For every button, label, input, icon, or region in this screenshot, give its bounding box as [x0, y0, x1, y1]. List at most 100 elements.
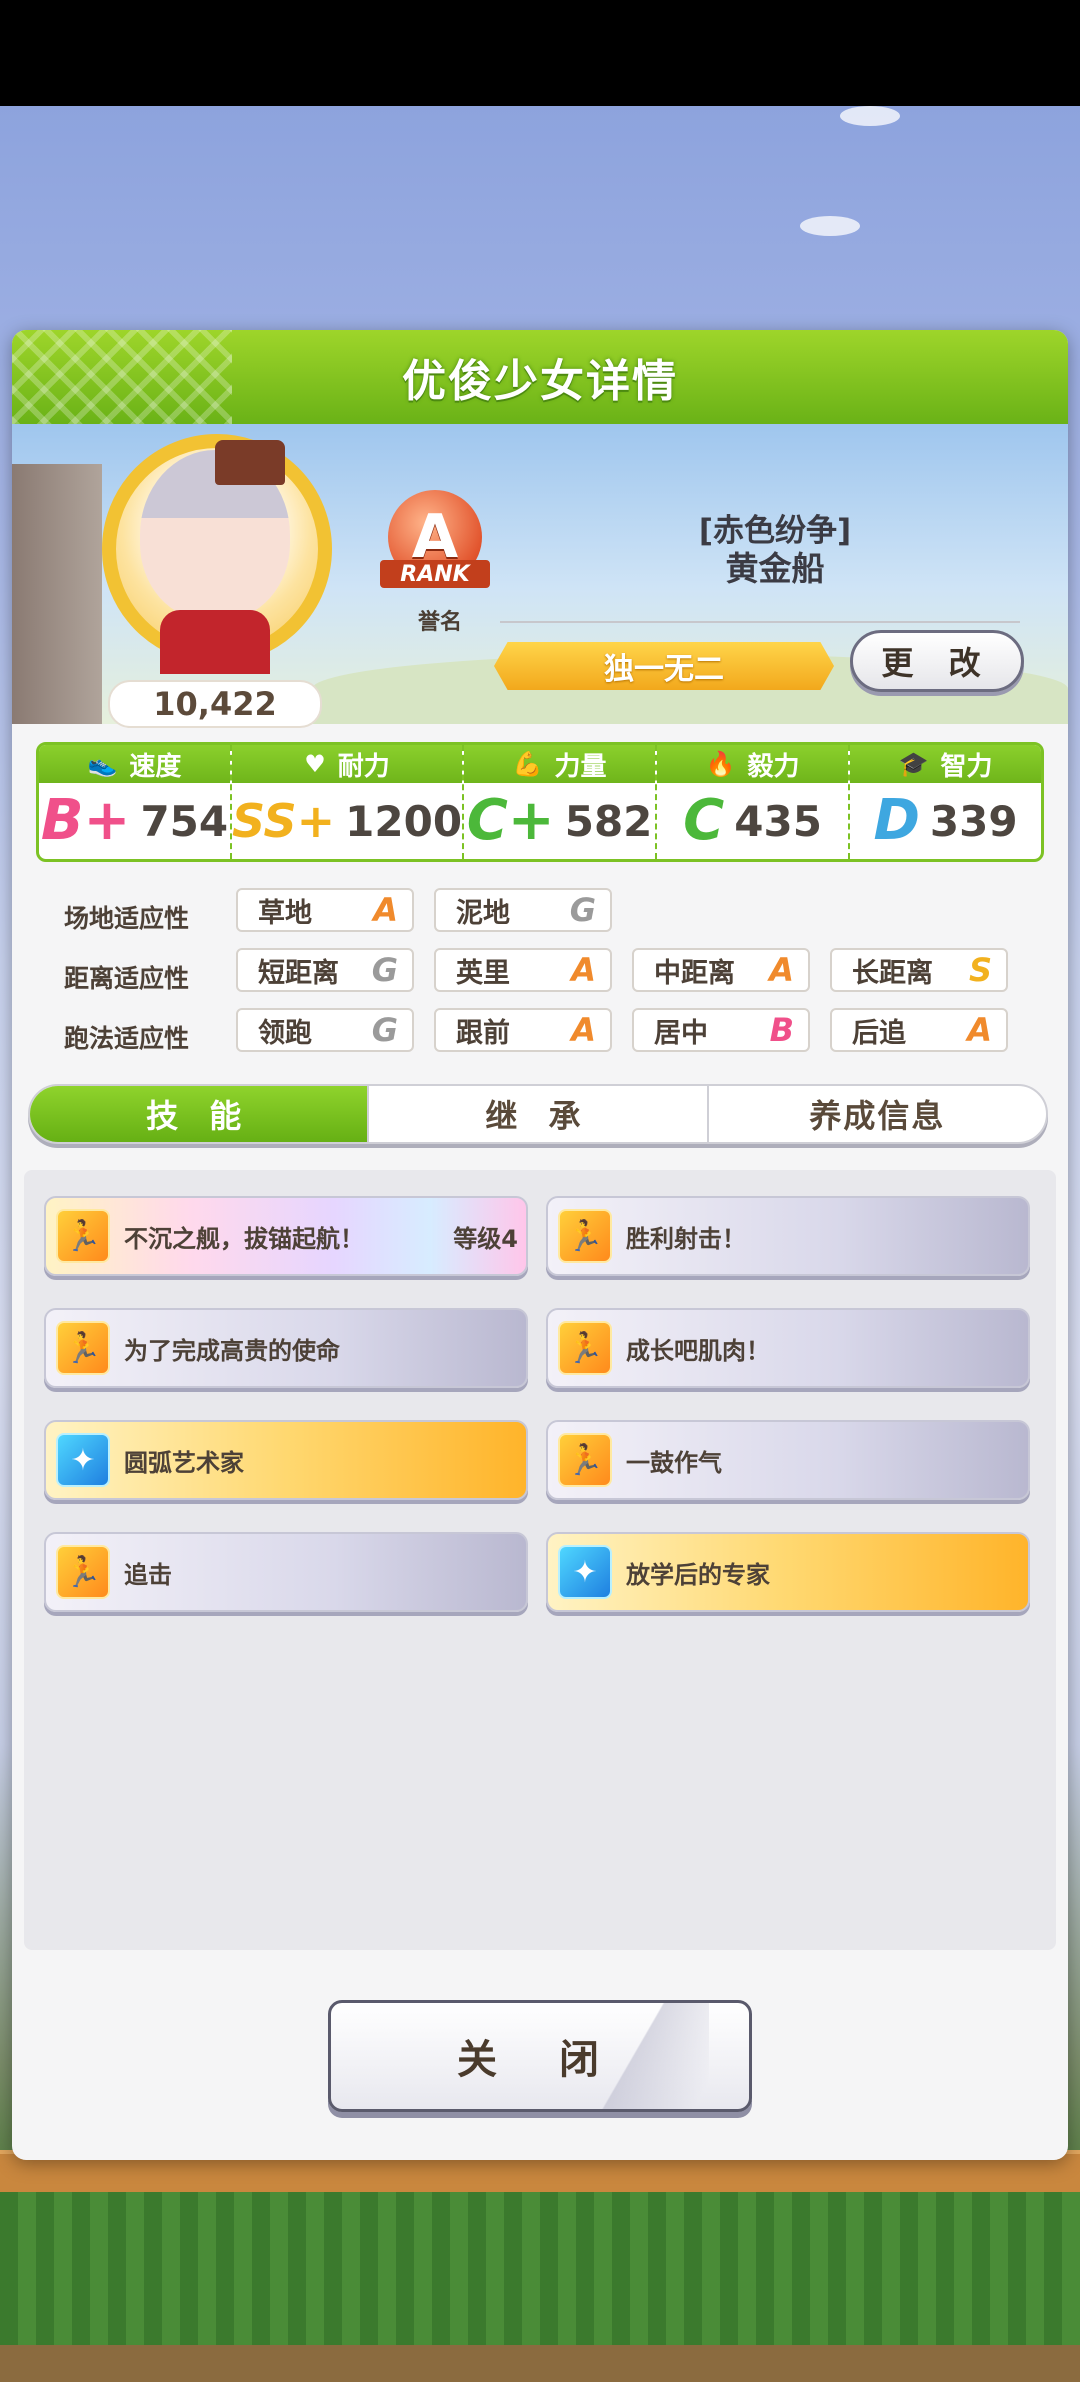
stat-wisdom: 🎓 智力 D 339	[850, 745, 1041, 859]
skill-item[interactable]: 🏃 胜利射击！	[546, 1196, 1030, 1276]
speed-skill-icon: 🏃	[56, 1321, 110, 1375]
stat-label: 速度	[129, 751, 182, 782]
skill-name: 成长吧肌肉！	[626, 1336, 770, 1365]
stat-label: 毅力	[747, 751, 800, 782]
aptitude-grade: A	[571, 951, 596, 989]
skill-item[interactable]: 🏃 追击	[44, 1532, 528, 1612]
stat-power: 💪 力量 C+ 582	[464, 745, 658, 859]
aptitude-grade: A	[571, 1011, 596, 1049]
aptitude-name: 长距离	[852, 957, 933, 989]
track-aptitude-label: 场地适应性	[64, 904, 190, 933]
hat	[215, 440, 285, 485]
flame-icon: 🔥	[705, 750, 736, 778]
skill-name: 不沉之舰，拔锚起航！	[124, 1224, 364, 1253]
skill-item[interactable]: 🏃 成长吧肌肉！	[546, 1308, 1030, 1388]
stat-grade: D	[873, 788, 920, 853]
skill-name: 一鼓作气	[626, 1448, 722, 1477]
stat-label: 力量	[554, 751, 607, 782]
shoe-icon: 👟	[87, 750, 118, 778]
aptitude-turf: 草地 A	[236, 888, 414, 932]
outfit	[160, 610, 270, 674]
rank-ribbon: RANK	[380, 560, 490, 588]
stat-grade: C	[683, 788, 725, 853]
aptitude-grade: G	[371, 951, 398, 989]
aptitude-pace-chaser: 跟前 A	[434, 1008, 612, 1052]
recovery-skill-icon: ✦	[56, 1433, 110, 1487]
skill-item[interactable]: ✦ 放学后的专家	[546, 1532, 1030, 1612]
aptitude-front-runner: 领跑 G	[236, 1008, 414, 1052]
stats-table: 👟 速度 B+ 754 ♥ 耐力 SS+ 1200 💪 力量 C+ 582 🔥 毅力 C 435…	[36, 742, 1044, 862]
stat-guts: 🔥 毅力 C 435	[657, 745, 851, 859]
aptitude-name: 短距离	[258, 957, 339, 989]
character-name: 黄金船	[725, 549, 825, 588]
aptitude-end-closer: 后追 A	[830, 1008, 1008, 1052]
aptitude-dirt: 泥地 G	[434, 888, 612, 932]
skill-name: 放学后的专家	[626, 1560, 770, 1589]
skill-level: 等级4	[453, 1224, 518, 1253]
stat-value: 435	[734, 796, 822, 846]
stat-stamina: ♥ 耐力 SS+ 1200	[231, 745, 465, 859]
panel-title: 优俊少女详情	[402, 356, 678, 407]
fan-count: 10,422	[108, 680, 322, 728]
skill-name: 追击	[124, 1560, 172, 1589]
tab-inheritance[interactable]: 继 承	[369, 1086, 709, 1142]
skill-item[interactable]: 🏃 为了完成高贵的使命	[44, 1308, 528, 1388]
aptitude-name: 居中	[654, 1017, 708, 1049]
speed-skill-icon: 🏃	[56, 1545, 110, 1599]
speed-skill-icon: 🏃	[558, 1321, 612, 1375]
detail-tabs: 技 能 继 承 养成信息	[28, 1084, 1048, 1144]
speed-skill-icon: 🏃	[56, 1209, 110, 1263]
style-aptitude-label: 跑法适应性	[64, 1024, 190, 1053]
stat-grade: B+	[40, 788, 131, 853]
stat-grade: SS+	[231, 794, 336, 848]
stat-value: 339	[929, 796, 1018, 846]
aptitude-grade: A	[967, 1011, 992, 1049]
skill-name: 圆弧艺术家	[124, 1448, 244, 1477]
graduation-cap-icon: 🎓	[898, 750, 929, 778]
divider	[500, 621, 1020, 623]
distance-aptitude-label: 距离适应性	[64, 964, 190, 993]
stat-speed: 👟 速度 B+ 754	[39, 745, 232, 859]
aptitude-long: 长距离 S	[830, 948, 1008, 992]
aptitude-name: 中距离	[654, 957, 735, 989]
aptitude-grade: A	[373, 891, 398, 929]
aptitude-short: 短距离 G	[236, 948, 414, 992]
aptitude-name: 草地	[258, 897, 312, 929]
muscle-icon: 💪	[512, 750, 543, 778]
rank-label: 誉名	[417, 610, 462, 635]
aptitude-name: 后追	[852, 1017, 906, 1049]
tab-training-info[interactable]: 养成信息	[709, 1086, 1046, 1142]
heart-icon: ♥	[304, 750, 326, 778]
skill-item[interactable]: ✦ 圆弧艺术家	[44, 1420, 528, 1500]
status-bar	[0, 0, 1080, 106]
panel-header: 优俊少女详情	[12, 330, 1068, 424]
aptitude-name: 领跑	[258, 1017, 312, 1049]
aptitude-grade: A	[769, 951, 794, 989]
stat-label: 耐力	[337, 751, 390, 782]
stat-value: 1200	[345, 796, 463, 846]
aptitude-grade: G	[569, 891, 596, 929]
aptitude-late-surger: 居中 B	[632, 1008, 810, 1052]
skill-name: 为了完成高贵的使命	[124, 1336, 340, 1365]
rank-badge: A RANK	[380, 490, 490, 600]
aptitude-grade: S	[968, 951, 992, 989]
stat-label: 智力	[940, 751, 993, 782]
close-button[interactable]: 关 闭	[328, 2000, 752, 2112]
aptitude-medium: 中距离 A	[632, 948, 810, 992]
stat-grade: C+	[466, 788, 555, 853]
skill-item[interactable]: 🏃 一鼓作气	[546, 1420, 1030, 1500]
stat-value: 582	[564, 796, 653, 846]
tab-skills[interactable]: 技 能	[30, 1086, 370, 1142]
aptitude-grade: G	[371, 1011, 398, 1049]
skill-item[interactable]: 🏃 不沉之舰，拔锚起航！ 等级4	[44, 1196, 528, 1276]
speed-skill-icon: 🏃	[558, 1209, 612, 1263]
aptitude-name: 跟前	[456, 1017, 510, 1049]
speed-skill-icon: 🏃	[558, 1433, 612, 1487]
aptitude-grade: B	[769, 1011, 794, 1049]
recovery-skill-icon: ✦	[558, 1545, 612, 1599]
change-title-button[interactable]: 更 改	[850, 630, 1024, 692]
aptitude-name: 泥地	[456, 897, 510, 929]
aptitude-name: 英里	[456, 957, 510, 989]
title-ribbon: 独一无二	[494, 642, 834, 690]
skill-name: 胜利射击！	[626, 1224, 746, 1253]
